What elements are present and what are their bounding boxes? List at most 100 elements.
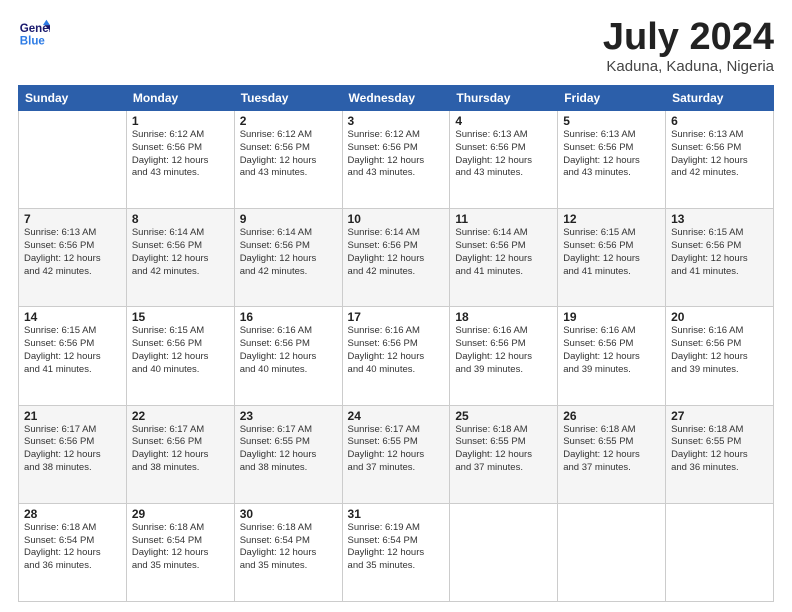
day-info: Sunrise: 6:14 AM Sunset: 6:56 PM Dayligh… <box>348 227 445 278</box>
day-number: 25 <box>455 409 552 423</box>
day-info: Sunrise: 6:13 AM Sunset: 6:56 PM Dayligh… <box>563 129 660 180</box>
header: General Blue General Blue July 2024 Kadu… <box>18 18 774 75</box>
day-info: Sunrise: 6:17 AM Sunset: 6:55 PM Dayligh… <box>240 424 337 475</box>
day-info: Sunrise: 6:16 AM Sunset: 6:56 PM Dayligh… <box>671 325 768 376</box>
day-info: Sunrise: 6:13 AM Sunset: 6:56 PM Dayligh… <box>24 227 121 278</box>
calendar-cell: 4Sunrise: 6:13 AM Sunset: 6:56 PM Daylig… <box>450 111 558 209</box>
calendar-cell: 25Sunrise: 6:18 AM Sunset: 6:55 PM Dayli… <box>450 405 558 503</box>
day-info: Sunrise: 6:13 AM Sunset: 6:56 PM Dayligh… <box>671 129 768 180</box>
day-info: Sunrise: 6:18 AM Sunset: 6:54 PM Dayligh… <box>132 522 229 573</box>
day-number: 11 <box>455 212 552 226</box>
calendar-cell: 10Sunrise: 6:14 AM Sunset: 6:56 PM Dayli… <box>342 209 450 307</box>
day-info: Sunrise: 6:15 AM Sunset: 6:56 PM Dayligh… <box>671 227 768 278</box>
calendar-week-3: 14Sunrise: 6:15 AM Sunset: 6:56 PM Dayli… <box>19 307 774 405</box>
day-info: Sunrise: 6:15 AM Sunset: 6:56 PM Dayligh… <box>563 227 660 278</box>
day-info: Sunrise: 6:13 AM Sunset: 6:56 PM Dayligh… <box>455 129 552 180</box>
day-number: 24 <box>348 409 445 423</box>
day-number: 29 <box>132 507 229 521</box>
day-number: 18 <box>455 310 552 324</box>
calendar-cell: 18Sunrise: 6:16 AM Sunset: 6:56 PM Dayli… <box>450 307 558 405</box>
day-number: 7 <box>24 212 121 226</box>
day-number: 12 <box>563 212 660 226</box>
day-info: Sunrise: 6:14 AM Sunset: 6:56 PM Dayligh… <box>240 227 337 278</box>
day-number: 17 <box>348 310 445 324</box>
calendar-cell: 29Sunrise: 6:18 AM Sunset: 6:54 PM Dayli… <box>126 503 234 601</box>
day-number: 21 <box>24 409 121 423</box>
calendar-cell: 3Sunrise: 6:12 AM Sunset: 6:56 PM Daylig… <box>342 111 450 209</box>
day-number: 26 <box>563 409 660 423</box>
calendar-cell <box>558 503 666 601</box>
day-info: Sunrise: 6:12 AM Sunset: 6:56 PM Dayligh… <box>132 129 229 180</box>
calendar-cell: 11Sunrise: 6:14 AM Sunset: 6:56 PM Dayli… <box>450 209 558 307</box>
day-info: Sunrise: 6:18 AM Sunset: 6:55 PM Dayligh… <box>671 424 768 475</box>
calendar-cell: 14Sunrise: 6:15 AM Sunset: 6:56 PM Dayli… <box>19 307 127 405</box>
day-number: 10 <box>348 212 445 226</box>
day-info: Sunrise: 6:12 AM Sunset: 6:56 PM Dayligh… <box>348 129 445 180</box>
day-number: 22 <box>132 409 229 423</box>
day-info: Sunrise: 6:19 AM Sunset: 6:54 PM Dayligh… <box>348 522 445 573</box>
month-title: July 2024 <box>603 18 774 56</box>
day-info: Sunrise: 6:16 AM Sunset: 6:56 PM Dayligh… <box>563 325 660 376</box>
logo: General Blue General Blue <box>18 18 50 50</box>
calendar-table: Sunday Monday Tuesday Wednesday Thursday… <box>18 85 774 602</box>
day-number: 1 <box>132 114 229 128</box>
location-title: Kaduna, Kaduna, Nigeria <box>603 58 774 75</box>
calendar-cell <box>666 503 774 601</box>
calendar-cell: 9Sunrise: 6:14 AM Sunset: 6:56 PM Daylig… <box>234 209 342 307</box>
calendar-cell: 31Sunrise: 6:19 AM Sunset: 6:54 PM Dayli… <box>342 503 450 601</box>
day-number: 8 <box>132 212 229 226</box>
calendar-cell: 21Sunrise: 6:17 AM Sunset: 6:56 PM Dayli… <box>19 405 127 503</box>
day-info: Sunrise: 6:18 AM Sunset: 6:55 PM Dayligh… <box>563 424 660 475</box>
calendar-week-4: 21 Sunrise: 6:17 AM Sunset: 6:56 PM Dayli… <box>19 405 774 503</box>
day-info: Sunrise: 6:18 AM Sunset: 6:54 PM Dayligh… <box>24 522 121 573</box>
day-number: 4 <box>455 114 552 128</box>
day-number: 16 <box>240 310 337 324</box>
day-info: Sunrise: 6:18 AM Sunset: 6:55 PM Dayligh… <box>455 424 552 475</box>
calendar-week-2: 7Sunrise: 6:13 AM Sunset: 6:56 PM Daylig… <box>19 209 774 307</box>
day-number: 20 <box>671 310 768 324</box>
calendar-week-5: 28Sunrise: 6:18 AM Sunset: 6:54 PM Dayli… <box>19 503 774 601</box>
day-info: Sunrise: 6:18 AM Sunset: 6:54 PM Dayligh… <box>240 522 337 573</box>
calendar-cell: 5Sunrise: 6:13 AM Sunset: 6:56 PM Daylig… <box>558 111 666 209</box>
calendar-cell: 7Sunrise: 6:13 AM Sunset: 6:56 PM Daylig… <box>19 209 127 307</box>
svg-text:Blue: Blue <box>20 36 46 48</box>
header-tuesday: Tuesday <box>234 86 342 111</box>
day-number: 3 <box>348 114 445 128</box>
calendar-cell: 19Sunrise: 6:16 AM Sunset: 6:56 PM Dayli… <box>558 307 666 405</box>
header-wednesday: Wednesday <box>342 86 450 111</box>
calendar-cell: 24Sunrise: 6:17 AM Sunset: 6:55 PM Dayli… <box>342 405 450 503</box>
day-number: 19 <box>563 310 660 324</box>
day-number: 2 <box>240 114 337 128</box>
day-info: Sunrise: 6:17 AM Sunset: 6:56 PM Dayligh… <box>132 424 229 475</box>
day-number: 14 <box>24 310 121 324</box>
header-friday: Friday <box>558 86 666 111</box>
calendar-cell: 17Sunrise: 6:16 AM Sunset: 6:56 PM Dayli… <box>342 307 450 405</box>
header-monday: Monday <box>126 86 234 111</box>
calendar-cell: 27Sunrise: 6:18 AM Sunset: 6:55 PM Dayli… <box>666 405 774 503</box>
calendar-cell: 8Sunrise: 6:14 AM Sunset: 6:56 PM Daylig… <box>126 209 234 307</box>
day-info: Sunrise: 6:17 AM Sunset: 6:55 PM Dayligh… <box>348 424 445 475</box>
calendar-cell: 13Sunrise: 6:15 AM Sunset: 6:56 PM Dayli… <box>666 209 774 307</box>
calendar-cell: 22Sunrise: 6:17 AM Sunset: 6:56 PM Dayli… <box>126 405 234 503</box>
day-info: Sunrise: 6:14 AM Sunset: 6:56 PM Dayligh… <box>132 227 229 278</box>
day-number: 5 <box>563 114 660 128</box>
calendar-week-1: 1Sunrise: 6:12 AM Sunset: 6:56 PM Daylig… <box>19 111 774 209</box>
day-info: Sunrise: 6:16 AM Sunset: 6:56 PM Dayligh… <box>455 325 552 376</box>
title-block: July 2024 Kaduna, Kaduna, Nigeria <box>603 18 774 75</box>
day-info: Sunrise: 6:14 AM Sunset: 6:56 PM Dayligh… <box>455 227 552 278</box>
calendar-cell: 15Sunrise: 6:15 AM Sunset: 6:56 PM Dayli… <box>126 307 234 405</box>
day-number: 31 <box>348 507 445 521</box>
page: General Blue General Blue July 2024 Kadu… <box>0 0 792 612</box>
calendar-cell: 26Sunrise: 6:18 AM Sunset: 6:55 PM Dayli… <box>558 405 666 503</box>
day-number: 23 <box>240 409 337 423</box>
header-thursday: Thursday <box>450 86 558 111</box>
calendar-cell: 20Sunrise: 6:16 AM Sunset: 6:56 PM Dayli… <box>666 307 774 405</box>
calendar-cell: 16Sunrise: 6:16 AM Sunset: 6:56 PM Dayli… <box>234 307 342 405</box>
calendar-cell: 12Sunrise: 6:15 AM Sunset: 6:56 PM Dayli… <box>558 209 666 307</box>
day-number: 9 <box>240 212 337 226</box>
day-number: 27 <box>671 409 768 423</box>
calendar-cell: 28Sunrise: 6:18 AM Sunset: 6:54 PM Dayli… <box>19 503 127 601</box>
header-saturday: Saturday <box>666 86 774 111</box>
logo-icon: General Blue <box>18 18 50 50</box>
calendar-cell <box>19 111 127 209</box>
